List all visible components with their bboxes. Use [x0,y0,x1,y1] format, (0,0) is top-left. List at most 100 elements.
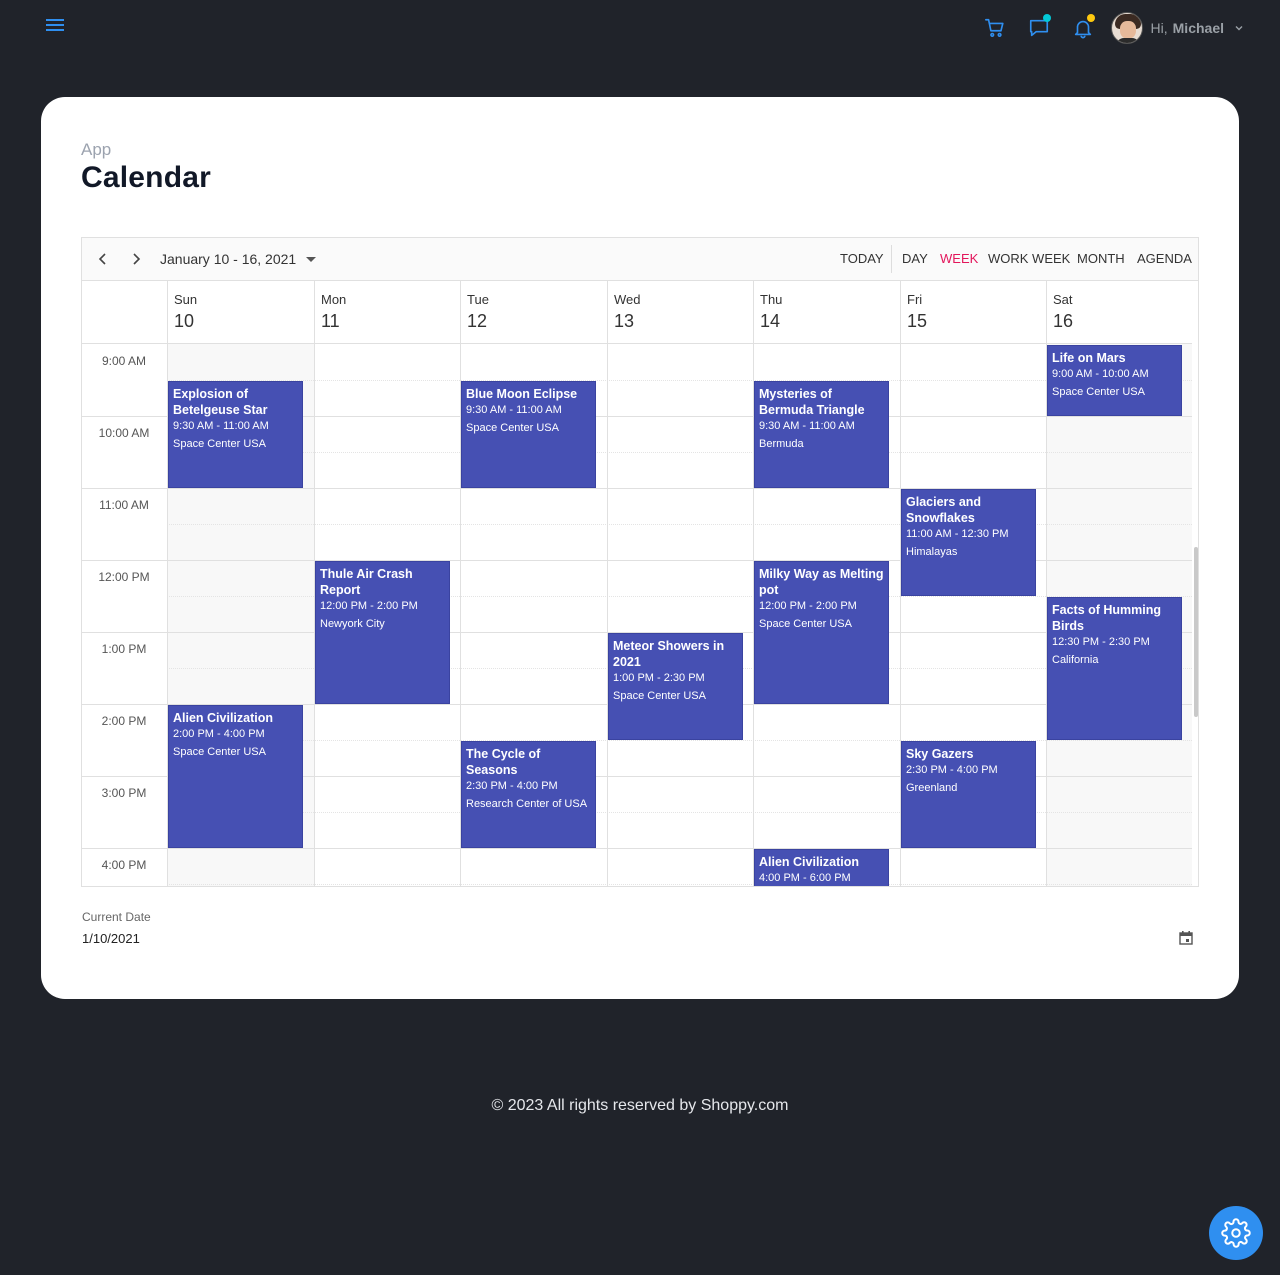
day-number[interactable]: 14 [760,311,900,332]
time-gridline [82,488,167,489]
day-number[interactable]: 13 [614,311,753,332]
calendar-event[interactable]: Meteor Showers in 2021 1:00 PM - 2:30 PM S… [608,633,743,740]
day-header-fri[interactable]: Fri 15 [900,281,1046,343]
event-location: Space Center USA [173,746,266,758]
breadcrumb: App [81,140,112,159]
time-gridline [82,776,167,777]
event-title: The Cycle of Seasons [466,747,541,777]
day-number[interactable]: 11 [321,311,460,332]
chat-icon[interactable] [1017,10,1061,46]
calendar-icon[interactable] [1178,930,1194,946]
time-label: 11:00 AM [99,498,149,512]
event-title: Sky Gazers [906,747,974,761]
bell-notification-dot [1086,14,1095,22]
week-grid: 9:00 AM 10:00 AM 11:00 AM 12:00 PM 1:00 PM 2:… [82,344,1192,886]
calendar-event[interactable]: Milky Way as Melting pot 12:00 PM - 2:00 … [754,561,889,704]
event-location: Space Center USA [173,438,266,450]
gear-icon [1221,1218,1251,1248]
footer-copyright: © 2023 All rights reserved by Shoppy.com [491,1097,789,1114]
time-label: 1:00 PM [101,642,147,656]
event-time: 12:00 PM - 2:00 PM [320,600,418,612]
calendar-event[interactable]: The Cycle of Seasons 2:30 PM - 4:00 PM Res… [461,741,596,848]
event-time: 9:30 AM - 11:00 AM [759,420,855,432]
day-header-sun[interactable]: Sun 10 [167,281,314,343]
day-header-mon[interactable]: Mon 11 [314,281,460,343]
event-title: Explosion of Betelgeuse Star [173,387,268,417]
event-title: Meteor Showers in 2021 [613,639,725,669]
event-location: Space Center USA [466,422,559,434]
day-number[interactable]: 10 [174,311,314,332]
event-time: 11:00 AM - 12:30 PM [906,528,1009,540]
event-title: Thule Air Crash Report [320,567,413,597]
chat-notification-dot [1042,14,1051,22]
caret-down-icon [306,256,317,262]
day-number[interactable]: 12 [467,311,607,332]
day-header-sat[interactable]: Sat 16 [1046,281,1192,343]
event-location: Space Center USA [759,618,852,630]
day-header-wed[interactable]: Wed 13 [607,281,753,343]
view-agenda-button[interactable]: AGENDA [1137,238,1192,280]
previous-week-button[interactable] [92,238,114,280]
toolbar-divider [891,245,892,273]
vertical-scrollbar[interactable] [1194,547,1198,717]
event-time: 12:30 PM - 2:30 PM [1052,636,1150,648]
view-month-button[interactable]: MONTH [1077,238,1125,280]
day-name: Sat [1053,292,1073,307]
calendar-event[interactable]: Alien Civilization 4:00 PM - 6:00 PM [754,849,889,886]
calendar-event[interactable]: Life on Mars 9:00 AM - 10:00 AM Space Cent… [1047,345,1182,416]
current-date-label: Current Date [82,910,151,924]
next-week-button[interactable] [125,238,147,280]
hamburger-menu-icon[interactable] [44,16,66,38]
chevron-down-icon [1235,26,1243,31]
time-label: 4:00 PM [101,858,147,872]
calendar-event[interactable]: Facts of Humming Birds 12:30 PM - 2:30 PM… [1047,597,1182,740]
settings-button[interactable] [1209,1206,1263,1260]
event-title: Life on Mars [1052,351,1126,365]
calendar-event[interactable]: Thule Air Crash Report 12:00 PM - 2:00 PM… [315,561,450,704]
view-work-week-button[interactable]: WORK WEEK [988,238,1070,280]
event-location: Space Center USA [613,690,706,702]
chevron-left-icon [98,253,106,265]
event-title: Alien Civilization [173,711,274,725]
event-location: Greenland [906,782,958,794]
today-button[interactable]: TODAY [840,238,884,280]
calendar-event[interactable]: Explosion of Betelgeuse Star 9:30 AM - 11… [168,381,303,488]
date-range-label: January 10 - 16, 2021 [160,251,297,267]
calendar-event[interactable]: Glaciers and Snowflakes 11:00 AM - 12:30 … [901,489,1036,596]
day-name: Mon [321,292,347,307]
day-number[interactable]: 16 [1053,311,1192,332]
time-gridline [82,560,167,561]
event-time: 2:30 PM - 4:00 PM [906,764,998,776]
scheduler: January 10 - 16, 2021 TODAY DAY WEEK WOR… [81,237,1199,887]
event-location: Himalayas [906,546,958,558]
event-time: 4:00 PM - 6:00 PM [759,872,851,884]
day-column[interactable] [607,344,753,886]
user-profile-menu[interactable]: Hi, Michael [1110,12,1244,44]
time-label: 3:00 PM [101,786,147,800]
view-week-button[interactable]: WEEK [940,238,978,280]
current-date-input[interactable]: 1/10/2021 [82,931,140,946]
chevron-right-icon [133,253,141,265]
calendar-card: App Calendar January 10 - 16, 2021 TODAY… [41,97,1239,999]
event-time: 2:30 PM - 4:00 PM [466,780,558,792]
time-label: 10:00 AM [98,426,150,440]
day-header-thu[interactable]: Thu 14 [753,281,900,343]
event-location: Bermuda [759,438,804,450]
day-header-tue[interactable]: Tue 12 [460,281,607,343]
event-title: Milky Way as Melting pot [759,567,884,597]
date-range-picker[interactable]: January 10 - 16, 2021 [160,238,317,280]
calendar-event[interactable]: Mysteries of Bermuda Triangle 9:30 AM - 1… [754,381,889,488]
time-gridline [82,704,167,705]
calendar-event[interactable]: Alien Civilization 2:00 PM - 4:00 PM Space… [168,705,303,848]
view-day-button[interactable]: DAY [902,238,928,280]
event-time: 12:00 PM - 2:00 PM [759,600,857,612]
calendar-event[interactable]: Blue Moon Eclipse 9:30 AM - 11:00 AM Space… [461,381,596,488]
event-location: Space Center USA [1052,386,1145,398]
bell-icon[interactable] [1061,10,1105,46]
calendar-event[interactable]: Sky Gazers 2:30 PM - 4:00 PM Greenland [901,741,1036,848]
event-title: Facts of Humming Birds [1052,603,1162,633]
day-number[interactable]: 15 [907,311,1046,332]
event-location: Research Center of USA [466,798,588,810]
event-title: Mysteries of Bermuda Triangle [759,387,865,417]
cart-icon[interactable] [973,10,1017,46]
